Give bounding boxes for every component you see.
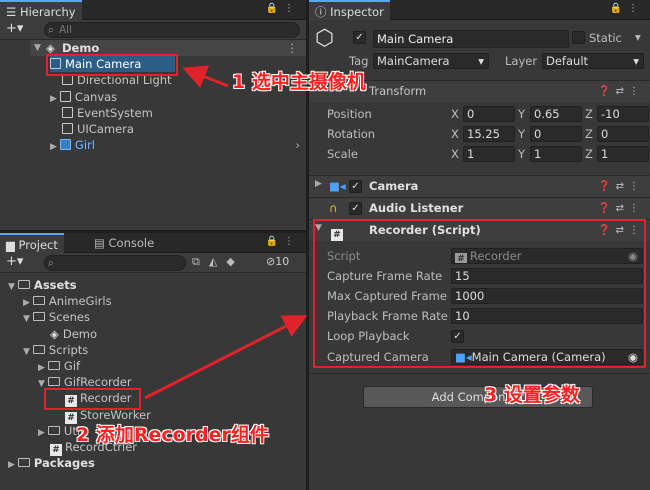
annotation-step-3: 3 设置参数 <box>484 384 580 406</box>
annotation-step-1: 1 选中主摄像机 <box>232 71 366 93</box>
annotation-step-2: 2 添加Recorder组件 <box>76 424 269 446</box>
arrow-1 <box>182 65 229 88</box>
arrow-2 <box>144 315 308 400</box>
